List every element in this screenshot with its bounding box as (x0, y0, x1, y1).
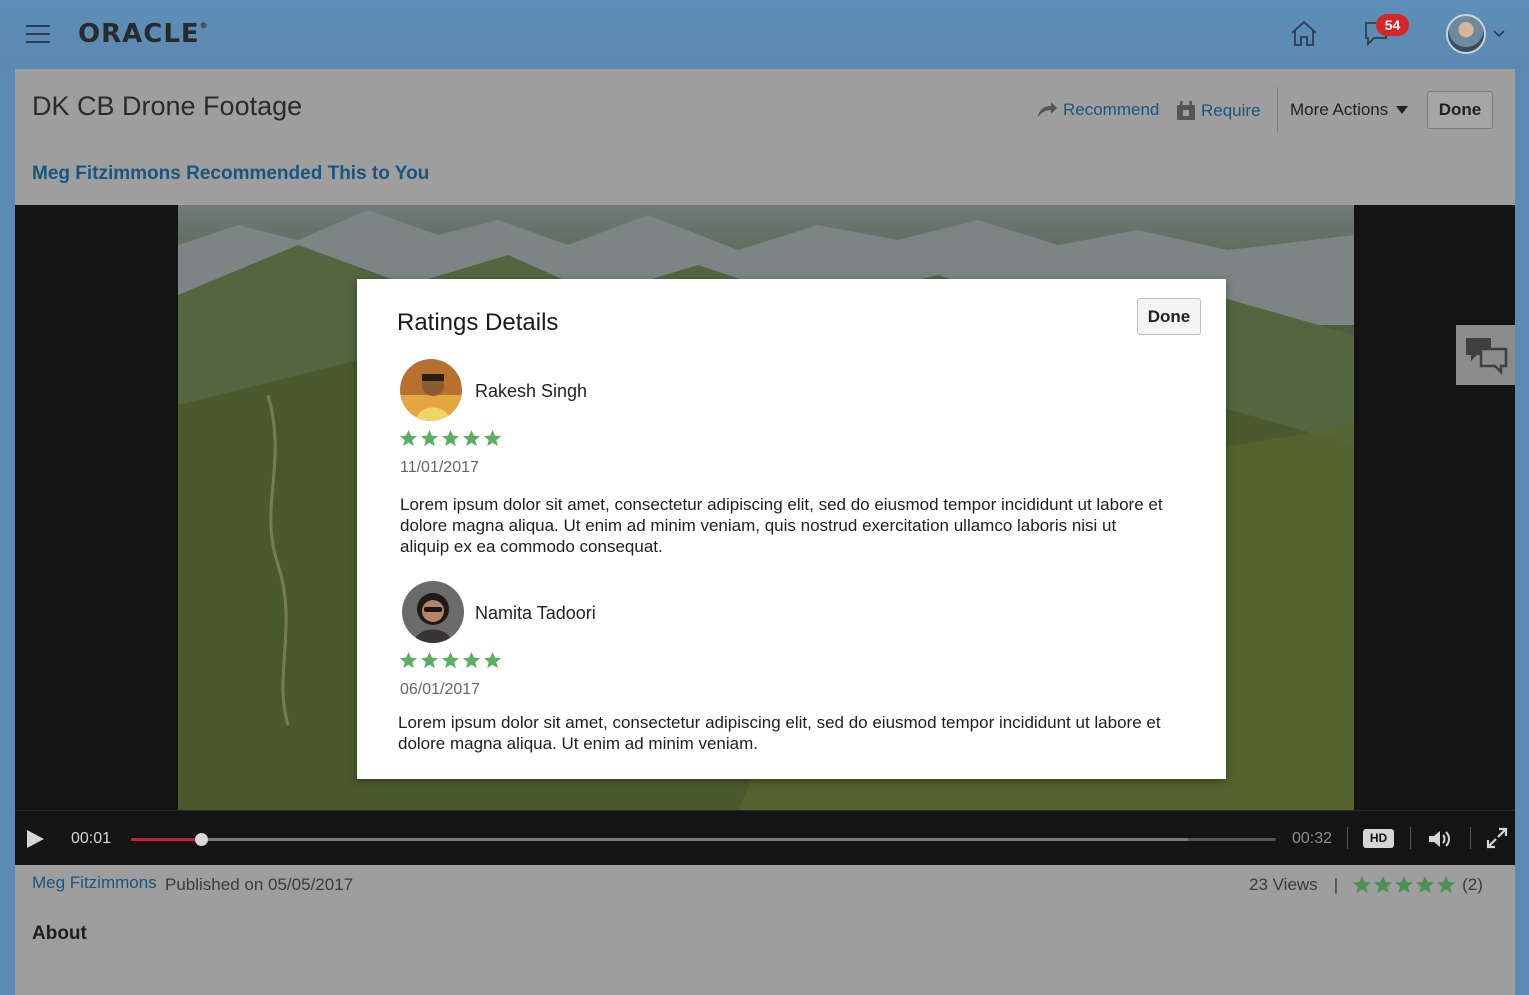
star-icon (1374, 876, 1393, 893)
star-icon (420, 429, 439, 447)
reviewer-name: Rakesh Singh (475, 381, 588, 401)
calendar-icon (1177, 101, 1195, 120)
require-label: Require (1201, 101, 1261, 120)
dialog-done-button[interactable]: Done (1137, 298, 1201, 335)
reviewer-avatar (400, 359, 462, 421)
star-icon (483, 651, 502, 669)
recommend-button[interactable]: Recommend (1035, 100, 1159, 120)
more-actions-menu[interactable]: More Actions (1290, 100, 1409, 120)
recommend-icon (1038, 102, 1057, 117)
review-date: 11/01/2017 (400, 459, 479, 476)
recommendation-banner: Meg Fitzimmons Recommended This to You (32, 163, 430, 184)
seek-bar[interactable] (131, 833, 1276, 846)
star-icon (483, 429, 502, 447)
star-icon (420, 651, 439, 669)
star-icon (462, 429, 481, 447)
toolbar-divider (1277, 87, 1278, 133)
controls-divider (1470, 827, 1471, 849)
require-button[interactable]: Require (1175, 100, 1261, 122)
current-time: 00:01 (71, 830, 112, 847)
star-icon (399, 651, 418, 669)
buffered-bar (131, 838, 1188, 841)
hd-quality-button[interactable]: HD (1363, 829, 1394, 848)
page-title: DK CB Drone Footage (32, 91, 303, 121)
seek-handle[interactable] (194, 833, 208, 846)
rating-stars[interactable] (1352, 875, 1456, 895)
reviewer-avatar (402, 581, 464, 643)
stats-separator: | (1333, 875, 1339, 894)
views-count: 23 Views (1249, 875, 1318, 894)
review-stars (399, 429, 502, 448)
controls-divider (1410, 827, 1411, 849)
review-text: Lorem ipsum dolor sit amet, consectetur … (400, 495, 1163, 556)
more-actions-label: More Actions (1290, 100, 1389, 119)
published-date: Published on 05/05/2017 (165, 875, 354, 894)
rating-count[interactable]: (2) (1462, 875, 1483, 895)
star-icon (441, 651, 460, 669)
user-avatar[interactable] (1446, 14, 1486, 54)
review-date: 06/01/2017 (400, 681, 481, 698)
star-icon (399, 429, 418, 447)
play-icon[interactable] (25, 829, 45, 849)
home-icon[interactable] (1289, 18, 1319, 48)
video-controls: 00:01 00:32 HD (15, 810, 1515, 865)
hamburger-menu-icon[interactable] (26, 25, 50, 43)
notification-badge: 54 (1376, 14, 1409, 36)
fullscreen-icon[interactable] (1486, 827, 1508, 849)
star-icon (1437, 876, 1456, 893)
recommend-label: Recommend (1063, 100, 1160, 119)
review-stars (399, 651, 502, 670)
star-icon (462, 651, 481, 669)
total-time: 00:32 (1292, 830, 1333, 847)
done-button[interactable]: Done (1427, 91, 1493, 129)
played-bar (131, 838, 201, 841)
oracle-logo: ORACLE® (78, 19, 209, 49)
top-bar: ORACLE® 54 (0, 0, 1529, 69)
caret-down-icon (1396, 106, 1409, 114)
author-link[interactable]: Meg Fitzimmons (32, 873, 157, 893)
ratings-details-dialog: Ratings Details Done Rakesh Singh 11/01/… (357, 279, 1226, 779)
star-icon (441, 429, 460, 447)
star-icon (1353, 876, 1372, 893)
star-icon (1395, 876, 1414, 893)
about-heading: About (32, 923, 87, 944)
dialog-title: Ratings Details (397, 309, 559, 336)
review-text: Lorem ipsum dolor sit amet, consectetur … (398, 713, 1161, 753)
comments-panel-toggle[interactable] (1456, 325, 1515, 385)
chevron-down-icon[interactable] (1492, 29, 1506, 39)
controls-divider (1347, 827, 1348, 849)
star-icon (1416, 876, 1435, 893)
reviewer-name: Namita Tadoori (475, 603, 596, 623)
stats-summary: 23 Views | (2) (1249, 875, 1483, 895)
chat-bubbles-icon (1465, 338, 1507, 375)
volume-icon[interactable] (1426, 827, 1454, 851)
